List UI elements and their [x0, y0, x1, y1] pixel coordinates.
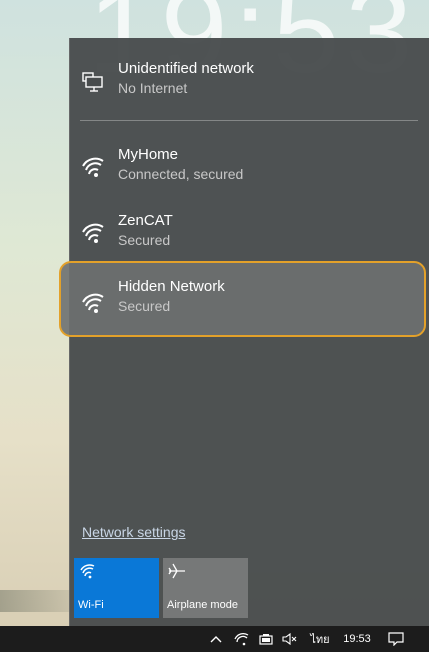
- wifi-signal-icon: [81, 156, 105, 178]
- tile-label: Airplane mode: [167, 599, 238, 611]
- wired-network-icon: [81, 71, 105, 93]
- network-status: Connected, secured: [118, 166, 244, 182]
- network-name: MyHome: [118, 146, 179, 163]
- chevron-up-icon[interactable]: [208, 626, 224, 652]
- wifi-icon[interactable]: [232, 626, 252, 652]
- wifi-signal-icon: [81, 222, 105, 244]
- language-indicator[interactable]: ไทย: [306, 626, 334, 652]
- wifi-signal-icon: [81, 292, 105, 314]
- network-item-hidden[interactable]: Hidden Network Secured: [59, 261, 426, 337]
- network-status: No Internet: [118, 80, 188, 96]
- airplane-mode-tile[interactable]: Airplane mode: [163, 558, 248, 618]
- wifi-icon: [79, 562, 97, 580]
- airplane-icon: [168, 562, 186, 580]
- network-item-myhome[interactable]: MyHome Connected, secured: [70, 125, 429, 191]
- network-name: Hidden Network: [118, 278, 225, 295]
- taskbar: ไทย 19:53: [0, 626, 429, 652]
- action-center-icon[interactable]: [386, 626, 406, 652]
- taskbar-clock[interactable]: 19:53: [338, 626, 376, 652]
- network-settings-link[interactable]: Network settings: [82, 524, 185, 540]
- tile-label: Wi-Fi: [78, 599, 104, 611]
- wifi-toggle-tile[interactable]: Wi-Fi: [74, 558, 159, 618]
- network-name: Unidentified network: [118, 60, 254, 77]
- network-item-unidentified[interactable]: Unidentified network No Internet: [70, 38, 429, 104]
- network-flyout: Unidentified network No Internet MyHome …: [59, 38, 429, 626]
- divider: [80, 120, 418, 121]
- network-status: Secured: [118, 298, 171, 314]
- network-item-zencat[interactable]: ZenCAT Secured: [70, 191, 429, 257]
- battery-icon[interactable]: [256, 626, 276, 652]
- network-name: ZenCAT: [118, 212, 173, 229]
- volume-muted-icon[interactable]: [280, 626, 300, 652]
- network-status: Secured: [118, 232, 171, 248]
